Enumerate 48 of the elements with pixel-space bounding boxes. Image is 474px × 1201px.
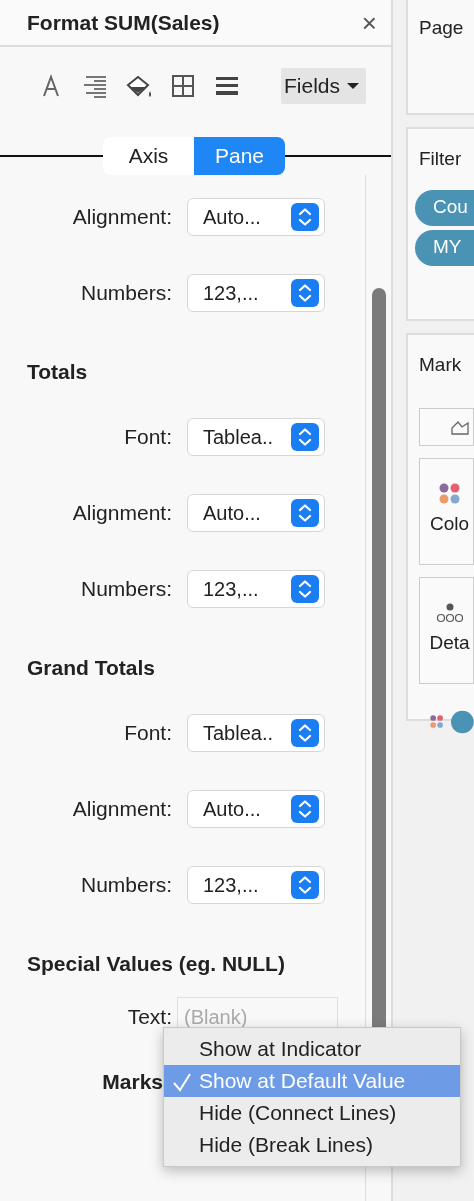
mark-card-button[interactable]: Deta [419, 576, 474, 684]
section-heading: Totals [26, 359, 89, 386]
select-field[interactable]: Tablea.. [187, 714, 325, 752]
select-field[interactable]: Auto... [187, 494, 325, 532]
section-heading: Special Values (eg. NULL) [26, 951, 286, 978]
menu-item[interactable]: Hide (Connect Lines) [164, 1097, 460, 1129]
field-label: Text: [126, 1004, 172, 1031]
field-label: Alignment: [71, 204, 172, 231]
close-button[interactable]: × [361, 9, 377, 36]
field-label: Numbers: [79, 576, 172, 603]
stepper-icon [291, 795, 319, 823]
color-dots-icon [439, 483, 460, 505]
caret-icon [346, 82, 360, 90]
card-title: Page [418, 16, 465, 40]
select-field[interactable]: Auto... [187, 198, 325, 236]
section-heading: Grand Totals [26, 655, 156, 682]
select-field[interactable]: Auto... [187, 790, 325, 828]
select-field[interactable]: 123,... [187, 570, 325, 608]
field-label: Font: [123, 720, 172, 747]
select-field[interactable]: Tablea.. [187, 418, 325, 456]
select-field[interactable]: 123,... [187, 274, 325, 312]
detail-dots-icon [435, 602, 464, 623]
field-label: Alignment: [71, 500, 172, 527]
stepper-icon [291, 719, 319, 747]
card-title: Mark [418, 353, 463, 377]
field-label: Numbers: [79, 872, 172, 899]
tab[interactable]: Axis [103, 137, 194, 175]
tile-label: Colo [429, 512, 470, 537]
panel-title: Format SUM(Sales) [27, 9, 221, 36]
stepper-icon [291, 203, 319, 231]
field-label: Alignment: [71, 796, 172, 823]
stepper-icon [291, 871, 319, 899]
mark-card-button[interactable]: Colo [419, 457, 474, 565]
stepper-icon [291, 499, 319, 527]
select-field[interactable]: 123,... [187, 866, 325, 904]
tile-label: Deta [429, 630, 470, 655]
card-title: Filter [418, 147, 463, 171]
menu-item[interactable]: Hide (Break Lines) [164, 1129, 460, 1161]
stepper-icon [291, 575, 319, 603]
fields-dropdown[interactable]: Fields [280, 68, 366, 104]
field-label: Font: [123, 424, 172, 451]
mark-type-dropdown[interactable] [419, 407, 474, 446]
check-icon [172, 1072, 192, 1092]
stepper-icon [291, 279, 319, 307]
field-label: Marks [101, 1069, 163, 1096]
stepper-icon [291, 423, 319, 451]
tab[interactable]: Pane [194, 137, 285, 175]
field-label: Numbers: [79, 280, 172, 307]
